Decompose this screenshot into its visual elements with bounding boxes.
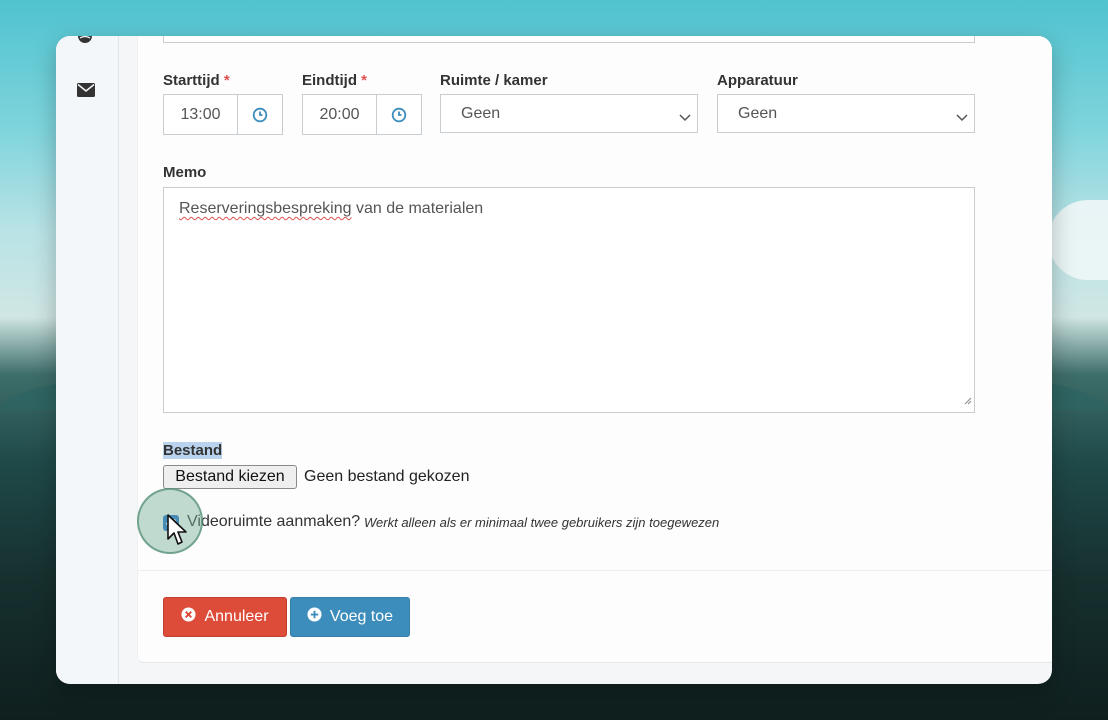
envelope-icon[interactable] xyxy=(77,83,95,101)
room-label: Ruimte / kamer xyxy=(440,72,548,89)
choose-file-button[interactable]: Bestand kiezen xyxy=(163,465,297,489)
sidebar xyxy=(56,36,119,684)
previous-field-input[interactable] xyxy=(163,36,975,43)
plus-circle-icon xyxy=(307,607,322,627)
file-status: Geen bestand gekozen xyxy=(304,468,470,485)
resize-handle-icon[interactable] xyxy=(963,392,972,410)
start-time-picker[interactable]: 13:00 xyxy=(163,94,283,135)
app-window: Starttijd * 13:00 Eindtijd * 20:00 Ruimt… xyxy=(56,36,1052,684)
footer-divider xyxy=(138,570,1052,571)
end-time-input[interactable]: 20:00 xyxy=(303,95,377,134)
required-mark: * xyxy=(223,72,230,89)
equipment-label: Apparatuur xyxy=(717,72,798,89)
memo-label: Memo xyxy=(163,164,207,181)
file-label: Bestand xyxy=(163,442,223,459)
start-time-input[interactable]: 13:00 xyxy=(164,95,238,134)
add-button[interactable]: Voeg toe xyxy=(290,597,410,637)
equipment-select[interactable]: Geen xyxy=(717,94,975,133)
video-room-label[interactable]: Videoruimte aanmaken? xyxy=(187,513,360,531)
chevron-down-icon xyxy=(956,109,968,127)
chevron-down-icon xyxy=(679,109,691,127)
start-time-label: Starttijd * xyxy=(163,72,230,89)
video-room-hint: Werkt alleen als er minimaal twee gebrui… xyxy=(364,515,720,530)
background-cloud xyxy=(1048,200,1108,280)
equipment-select-value: Geen xyxy=(738,105,778,122)
mouse-pointer-icon xyxy=(166,513,188,552)
end-time-label: Eindtijd * xyxy=(302,72,368,89)
add-button-label: Voeg toe xyxy=(329,608,394,625)
required-mark: * xyxy=(361,72,368,89)
cancel-button-label: Annuleer xyxy=(204,608,269,625)
globe-icon[interactable] xyxy=(77,36,95,46)
cancel-button[interactable]: Annuleer xyxy=(163,597,287,637)
clock-icon[interactable] xyxy=(238,95,282,134)
room-select[interactable]: Geen xyxy=(440,94,698,133)
memo-text: Reserveringsbespreking van de materialen xyxy=(179,200,484,217)
end-time-picker[interactable]: 20:00 xyxy=(302,94,422,135)
times-circle-icon xyxy=(181,607,196,627)
memo-textarea[interactable]: Reserveringsbespreking van de materialen xyxy=(163,187,975,413)
form-panel: Starttijd * 13:00 Eindtijd * 20:00 Ruimt… xyxy=(137,36,1052,663)
clock-icon[interactable] xyxy=(377,95,421,134)
room-select-value: Geen xyxy=(461,105,501,122)
